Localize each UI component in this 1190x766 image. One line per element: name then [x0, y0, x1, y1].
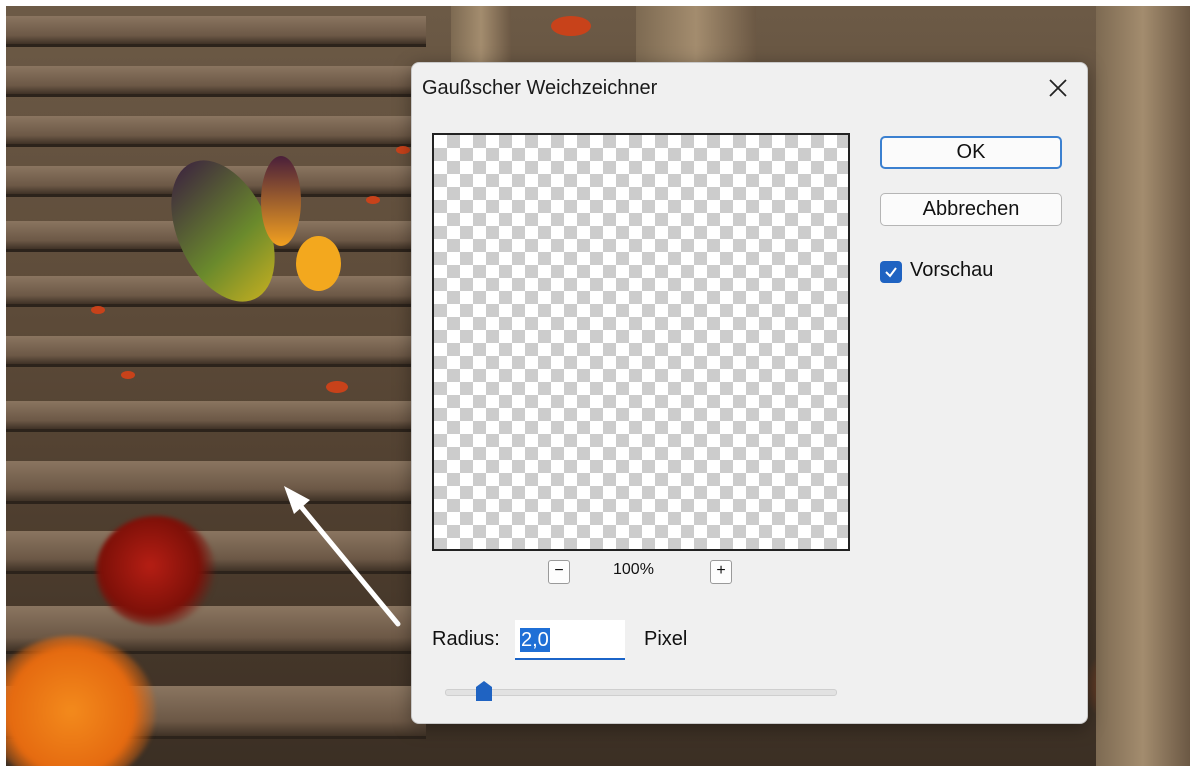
zoom-in-button[interactable]: +: [710, 560, 732, 584]
radius-slider[interactable]: [445, 689, 837, 696]
close-button[interactable]: [1043, 73, 1073, 103]
checkmark-icon: [885, 267, 897, 278]
ok-button[interactable]: OK: [880, 136, 1062, 169]
radius-value: 2,0: [520, 628, 550, 652]
preview-checkbox[interactable]: [880, 261, 902, 283]
preview-area[interactable]: [432, 133, 850, 551]
zoom-level: 100%: [613, 561, 654, 578]
close-icon: [1049, 79, 1067, 97]
preview-checkbox-label: Vorschau: [910, 259, 994, 281]
zoom-out-button[interactable]: −: [548, 560, 570, 584]
gaussian-blur-dialog: Gaußscher Weichzeichner − 100% + OK Abbr…: [411, 62, 1088, 724]
dialog-title: Gaußscher Weichzeichner: [422, 77, 658, 99]
radius-input[interactable]: 2,0: [515, 620, 625, 660]
radius-slider-thumb[interactable]: [475, 680, 493, 702]
radius-label: Radius:: [432, 628, 500, 650]
cancel-button[interactable]: Abbrechen: [880, 193, 1062, 226]
radius-unit-label: Pixel: [644, 628, 688, 650]
